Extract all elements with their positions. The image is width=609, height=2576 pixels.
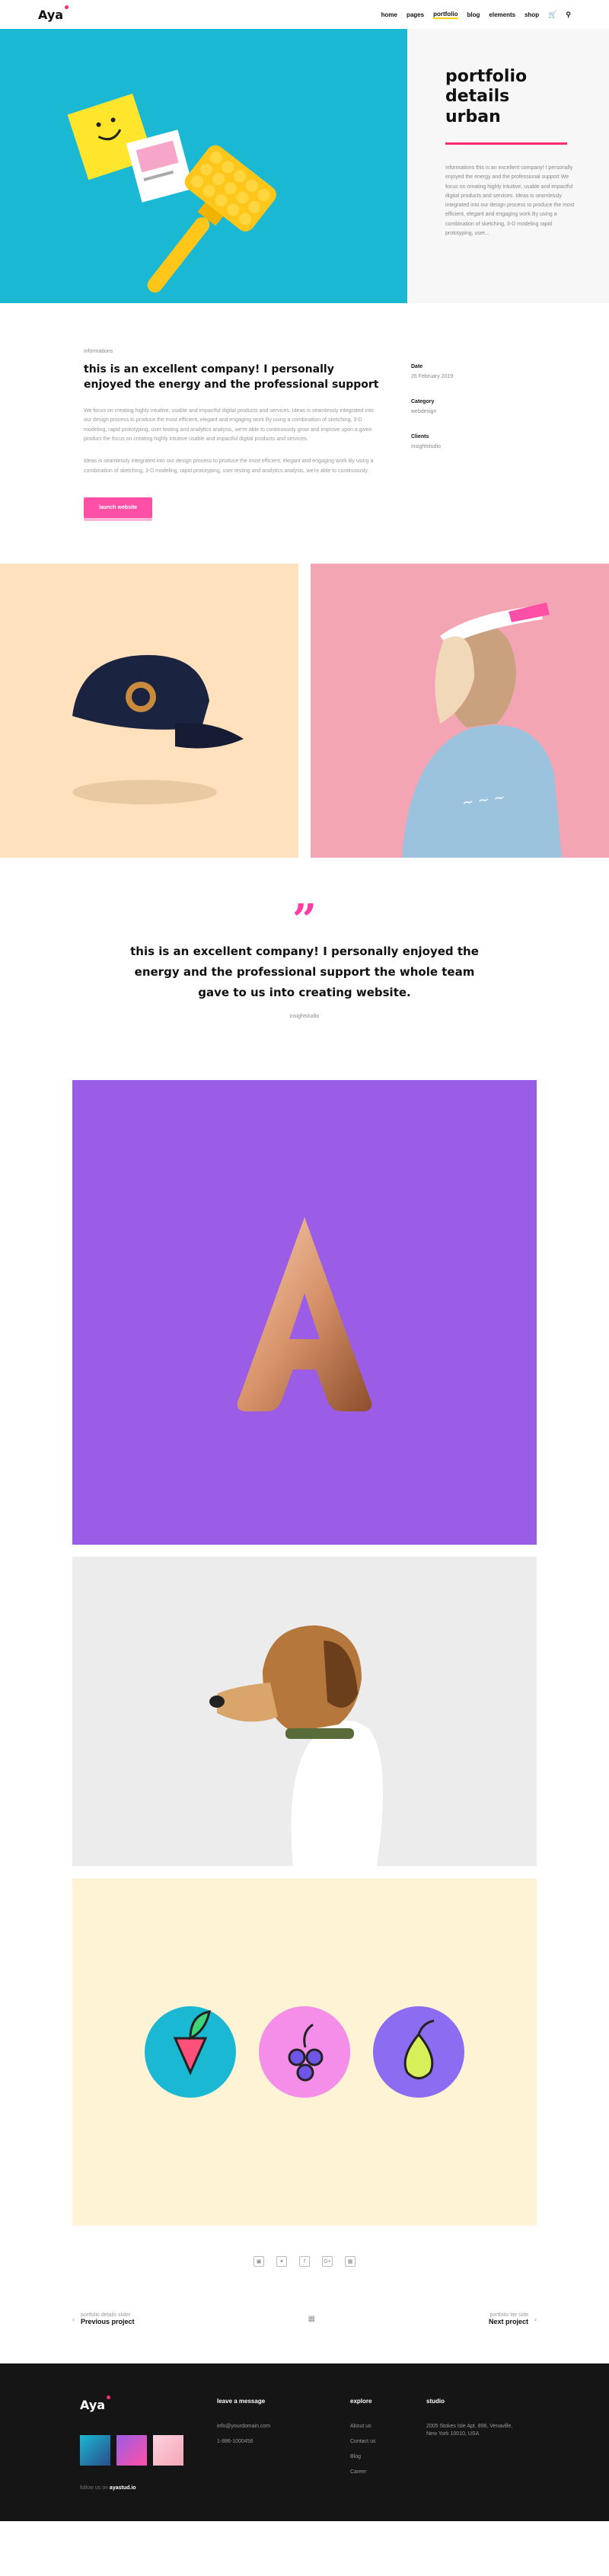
search-icon[interactable]: ⚲ bbox=[566, 11, 571, 19]
facebook-icon[interactable]: f bbox=[299, 2256, 310, 2268]
visor-illustration: ~ ~ ~ bbox=[311, 564, 609, 858]
launch-website-button[interactable]: launch website bbox=[84, 497, 153, 519]
next-project-link[interactable]: portfolio lite side Next project › bbox=[489, 2312, 537, 2325]
footer-thumb[interactable] bbox=[80, 2435, 110, 2466]
footer-thumbnails bbox=[80, 2435, 217, 2466]
title-underline bbox=[445, 142, 567, 145]
footer-brand: Aya follow us on ayastud.io bbox=[80, 2395, 217, 2491]
cap-image bbox=[0, 564, 298, 858]
dog-illustration bbox=[72, 1557, 537, 1867]
footer-logo[interactable]: Aya bbox=[80, 2395, 111, 2412]
project-gallery bbox=[0, 1050, 609, 2226]
nav-elements[interactable]: elements bbox=[489, 11, 515, 18]
main-nav: home pages portfolio blog elements shop … bbox=[381, 11, 571, 19]
section-kicker: informations bbox=[84, 349, 113, 354]
logo[interactable]: Aya bbox=[38, 5, 69, 22]
nav-portfolio[interactable]: portfolio bbox=[433, 11, 458, 19]
previous-project-link[interactable]: ‹ portfolio details slider Previous proj… bbox=[72, 2312, 135, 2325]
nav-shop[interactable]: shop bbox=[525, 11, 539, 18]
meta-label-category: Category bbox=[411, 399, 435, 404]
hero-text-panel: portfolio details urban informations thi… bbox=[407, 29, 609, 303]
balloon-illustration bbox=[72, 1080, 537, 1545]
follow-us: follow us on ayastud.io bbox=[80, 2485, 136, 2491]
meta-value-clients: insightstudio bbox=[411, 444, 441, 449]
gallery-image-icons bbox=[72, 1878, 537, 2226]
site-footer: Aya follow us on ayastud.io leave a mess… bbox=[0, 2363, 609, 2522]
hero-illustration bbox=[0, 29, 407, 303]
project-meta: Date 26 February 2019 Category webdesign… bbox=[411, 349, 525, 518]
previous-project-label: Previous project bbox=[81, 2318, 135, 2326]
grid-icon[interactable]: ▦ bbox=[308, 2315, 315, 2323]
site-header: Aya home pages portfolio blog elements s… bbox=[0, 0, 609, 29]
google-plus-icon[interactable]: G+ bbox=[322, 2256, 333, 2268]
footer-link[interactable]: Career bbox=[350, 2469, 426, 2476]
visor-image: ~ ~ ~ bbox=[311, 564, 609, 858]
footer-explore: explore About us Contact us Blog Career bbox=[350, 2398, 426, 2491]
hero-image bbox=[0, 29, 407, 303]
previous-project-name: portfolio details slider bbox=[81, 2312, 131, 2319]
footer-contact: leave a message info@yourdomain.com 1-88… bbox=[217, 2398, 350, 2491]
cart-icon[interactable]: 🛒 bbox=[548, 11, 556, 19]
project-info: informations this is an excellent compan… bbox=[0, 303, 609, 541]
nav-home[interactable]: home bbox=[381, 11, 397, 18]
paragraph: Ideas is seamlessly integrated into our … bbox=[84, 458, 374, 474]
hero-section: portfolio details urban informations thi… bbox=[0, 29, 609, 303]
share-links: ▣ ✦ f G+ ▦ bbox=[0, 2238, 609, 2312]
paragraph: We focus on creating highly intuitive, u… bbox=[84, 407, 374, 443]
meta-label-clients: Clients bbox=[411, 434, 429, 439]
footer-link[interactable]: Blog bbox=[350, 2453, 426, 2461]
quote-text: this is an excellent company! I personal… bbox=[130, 944, 479, 1000]
meta-label-date: Date bbox=[411, 364, 423, 369]
chevron-left-icon: ‹ bbox=[72, 2315, 75, 2323]
footer-link[interactable]: About us bbox=[350, 2423, 426, 2431]
footer-thumb[interactable] bbox=[116, 2435, 147, 2466]
meta-value-category[interactable]: webdesign bbox=[411, 409, 525, 414]
footer-address: 2005 Stokes Isle Apt. 896, Venaville, Ne… bbox=[426, 2424, 513, 2437]
image-pair: ~ ~ ~ bbox=[0, 541, 609, 858]
gallery-image-balloon bbox=[72, 1080, 537, 1545]
logo-dot bbox=[107, 2395, 111, 2400]
gallery-image-dog bbox=[72, 1557, 537, 1867]
project-description: informations this is an excellent compan… bbox=[84, 349, 381, 519]
twitter-icon[interactable]: ✦ bbox=[276, 2256, 287, 2268]
pinterest-icon[interactable]: ▦ bbox=[345, 2256, 356, 2268]
footer-heading: studio bbox=[426, 2398, 445, 2405]
footer-heading: explore bbox=[350, 2398, 372, 2405]
quote-author: insightstudio bbox=[289, 1014, 320, 1020]
follow-handle[interactable]: ayastud.io bbox=[110, 2485, 136, 2491]
page-title: portfolio details urban bbox=[445, 67, 528, 126]
footer-studio: studio 2005 Stokes Isle Apt. 896, Venavi… bbox=[426, 2398, 518, 2491]
icons-illustration bbox=[72, 1878, 537, 2226]
footer-thumb[interactable] bbox=[153, 2435, 183, 2466]
instagram-icon[interactable]: ▣ bbox=[253, 2256, 264, 2268]
next-project-label: Next project bbox=[488, 2318, 528, 2326]
footer-heading: leave a message bbox=[217, 2398, 266, 2405]
footer-email[interactable]: info@yourdomain.com bbox=[217, 2423, 350, 2431]
nav-blog[interactable]: blog bbox=[467, 11, 480, 18]
footer-link[interactable]: Contact us bbox=[350, 2438, 426, 2446]
meta-value-date: 26 February 2019 bbox=[411, 374, 454, 379]
next-project-name: portfolio lite side bbox=[489, 2312, 528, 2319]
chevron-right-icon: › bbox=[534, 2315, 537, 2323]
cap-illustration bbox=[0, 564, 298, 858]
nav-pages[interactable]: pages bbox=[407, 11, 424, 18]
quote-icon: ” bbox=[292, 895, 317, 946]
hero-description: informations this is an excellent compan… bbox=[445, 165, 575, 236]
project-heading: this is an excellent company! I personal… bbox=[84, 363, 379, 392]
logo-dot bbox=[65, 5, 69, 9]
testimonial: ” this is an excellent company! I person… bbox=[0, 849, 609, 1050]
footer-phone: 1-886-1000456 bbox=[217, 2438, 253, 2444]
project-pager: ‹ portfolio details slider Previous proj… bbox=[0, 2312, 609, 2363]
